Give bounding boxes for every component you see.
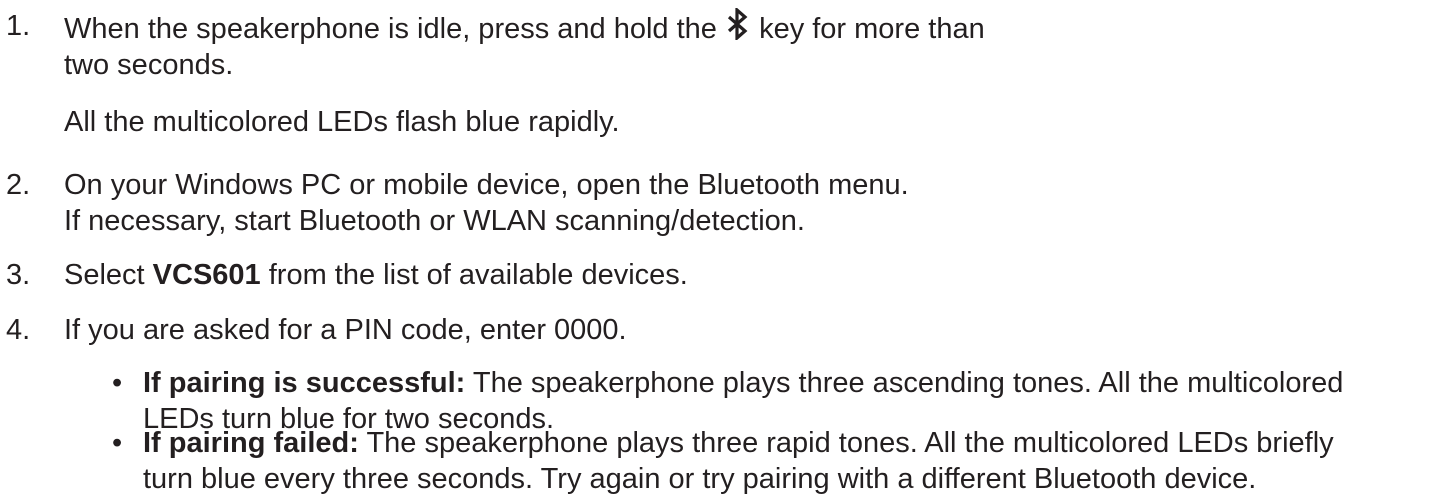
step-1-text: When the speakerphone is idle, press and… <box>64 8 985 83</box>
bullet-success-label: If pairing is successful: <box>143 367 466 399</box>
step-1-line-2: two seconds. <box>64 49 234 81</box>
bullet-failed-body: The speakerphone plays three rapid tones… <box>366 427 1334 459</box>
step-4-number: 4. <box>6 314 31 346</box>
step-3-line: Select VCS601 from the list of available… <box>64 257 688 293</box>
bullet-marker: • <box>112 367 123 399</box>
bluetooth-icon <box>727 8 748 40</box>
step-1-text-after-icon: key for more than <box>759 13 985 45</box>
step-3-text: Select VCS601 from the list of available… <box>64 257 688 293</box>
step-1-text-before-icon: When the speakerphone is idle, press and… <box>64 13 717 45</box>
step-4-text: If you are asked for a PIN code, enter 0… <box>64 314 627 346</box>
bullet-success-line-1: If pairing is successful: The speakerpho… <box>143 365 1343 401</box>
step-1-result: All the multicolored LEDs flash blue rap… <box>64 106 620 138</box>
step-2-line-1: On your Windows PC or mobile device, ope… <box>64 169 909 201</box>
step-2-line-2: If necessary, start Bluetooth or WLAN sc… <box>64 205 805 237</box>
bullet-failed-line-2: turn blue every three seconds. Try again… <box>143 463 1257 495</box>
bullet-failed-label: If pairing failed: <box>143 427 359 459</box>
step-2-text: On your Windows PC or mobile device, ope… <box>64 167 909 239</box>
step-2-number: 2. <box>6 169 31 201</box>
bullet-success-body: The speakerphone plays three ascending t… <box>472 367 1344 399</box>
bullet-failed-line-1: If pairing failed: The speakerphone play… <box>143 425 1334 461</box>
device-name: VCS601 <box>152 259 261 291</box>
step-3-number: 3. <box>6 259 31 291</box>
step-1-number: 1. <box>6 10 31 42</box>
step-3-text-before: Select <box>64 259 145 291</box>
step-1-line-1: When the speakerphone is idle, press and… <box>64 8 985 47</box>
bullet-marker: • <box>112 427 123 459</box>
step-3-text-after: from the list of available devices. <box>268 259 688 291</box>
bullet-failed-text: If pairing failed: The speakerphone play… <box>143 425 1334 497</box>
